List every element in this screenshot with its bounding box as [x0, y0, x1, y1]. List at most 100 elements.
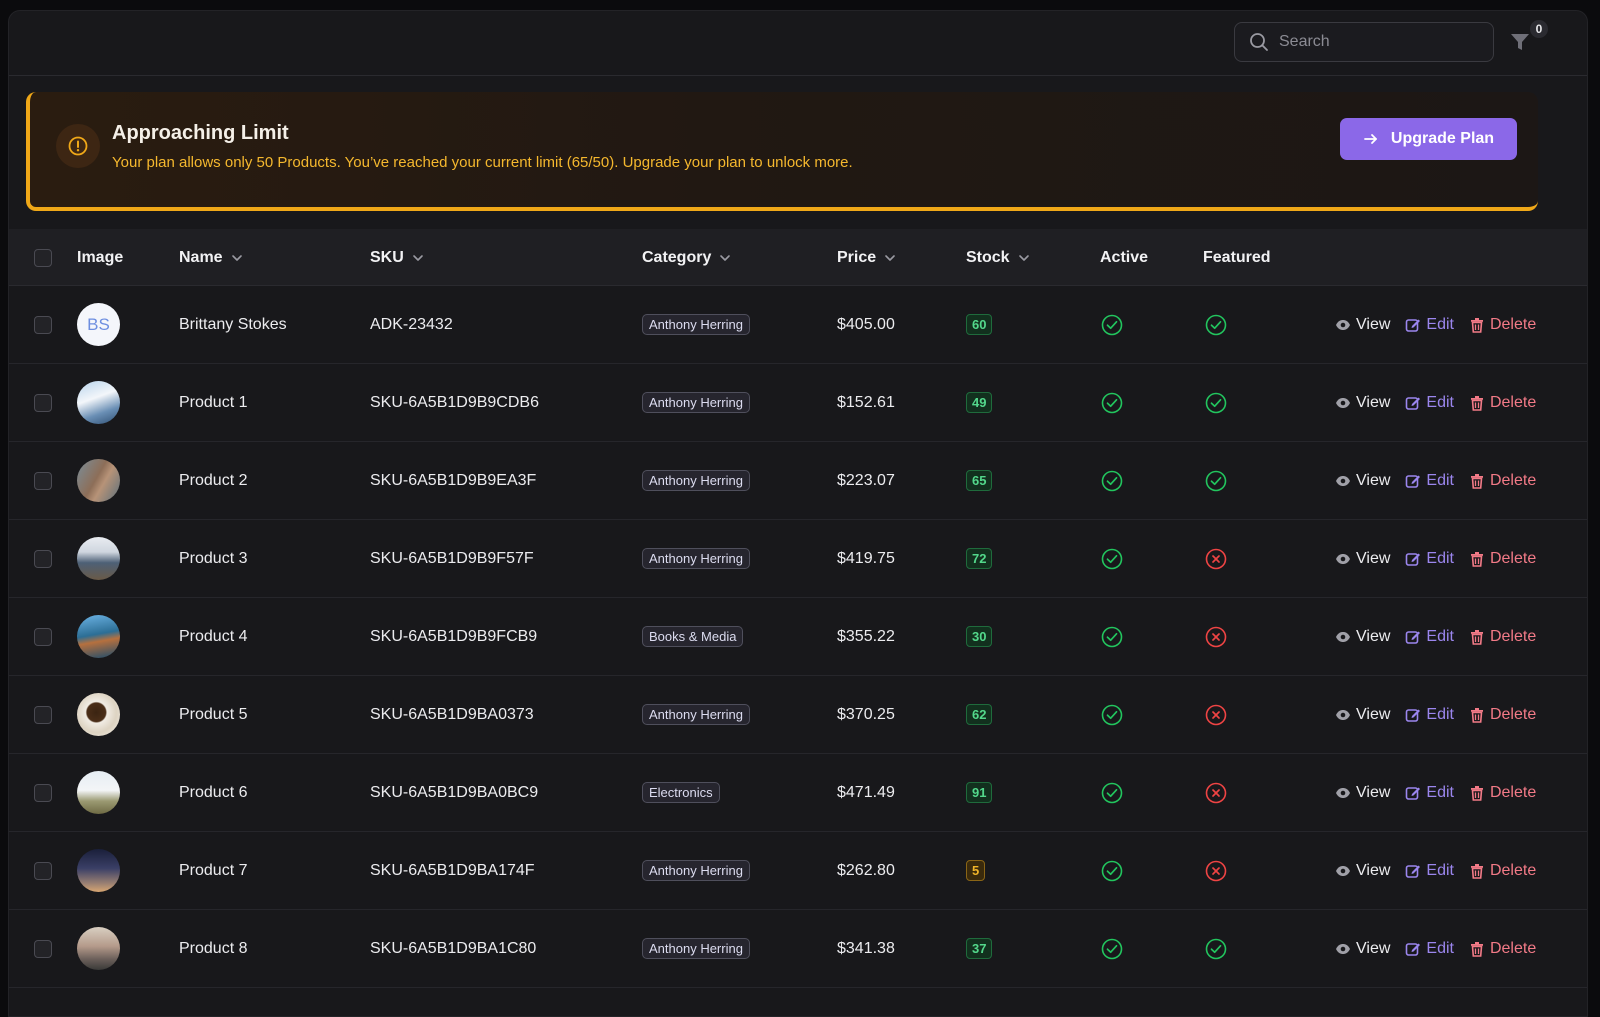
- row-checkbox[interactable]: [34, 550, 52, 568]
- delete-button[interactable]: Delete: [1469, 472, 1536, 490]
- product-price: $341.38: [837, 939, 895, 957]
- column-header-sku[interactable]: SKU: [370, 229, 424, 286]
- edit-icon: [1406, 552, 1421, 566]
- edit-button[interactable]: Edit: [1405, 784, 1454, 802]
- edit-button[interactable]: Edit: [1405, 862, 1454, 880]
- check-circle-icon: [1205, 314, 1227, 336]
- trash-icon: [1470, 785, 1483, 801]
- eye-icon: [1336, 475, 1350, 486]
- product-sku: SKU-6A5B1D9B9CDB6: [370, 393, 539, 411]
- select-all-checkbox[interactable]: [34, 249, 52, 267]
- arrow-right-icon: [1364, 134, 1377, 144]
- row-checkbox[interactable]: [34, 316, 52, 334]
- stock-badge: 60: [966, 314, 993, 335]
- edit-label: Edit: [1426, 705, 1454, 723]
- edit-icon: [1406, 630, 1421, 644]
- check-circle-icon: [1205, 470, 1227, 492]
- view-button[interactable]: View: [1335, 862, 1390, 880]
- stock-badge: 72: [966, 548, 993, 569]
- delete-label: Delete: [1489, 783, 1537, 801]
- category-badge: Anthony Herring: [642, 704, 750, 725]
- row-checkbox[interactable]: [34, 472, 52, 490]
- view-button[interactable]: View: [1335, 550, 1390, 568]
- filter-button[interactable]: [1509, 31, 1533, 55]
- view-label: View: [1356, 393, 1391, 411]
- row-checkbox[interactable]: [34, 628, 52, 646]
- product-price: $152.61: [837, 393, 895, 411]
- product-name: Brittany Stokes: [179, 315, 287, 333]
- column-header-active: Active: [1100, 248, 1149, 266]
- view-button[interactable]: View: [1335, 316, 1390, 334]
- row-checkbox[interactable]: [34, 940, 52, 958]
- delete-button[interactable]: Delete: [1469, 940, 1536, 958]
- category-badge: Anthony Herring: [642, 392, 750, 413]
- product-sku: SKU-6A5B1D9BA0373: [370, 705, 534, 723]
- product-price: $262.80: [837, 861, 895, 879]
- edit-button[interactable]: Edit: [1405, 628, 1454, 646]
- search-icon: [1250, 33, 1268, 51]
- edit-button[interactable]: Edit: [1405, 394, 1454, 412]
- featured-status: [1205, 860, 1227, 882]
- stock-badge: 91: [966, 782, 993, 803]
- row-checkbox[interactable]: [34, 862, 52, 880]
- delete-button[interactable]: Delete: [1469, 550, 1536, 568]
- product-price: $355.22: [837, 627, 895, 645]
- delete-button[interactable]: Delete: [1469, 316, 1536, 334]
- edit-button[interactable]: Edit: [1405, 706, 1454, 724]
- product-name: Product 2: [179, 471, 248, 489]
- column-header-price[interactable]: Price: [837, 229, 896, 286]
- product-sku: SKU-6A5B1D9B9FCB9: [370, 627, 538, 645]
- column-header-name[interactable]: Name: [179, 229, 243, 286]
- delete-label: Delete: [1489, 393, 1537, 411]
- delete-button[interactable]: Delete: [1469, 862, 1536, 880]
- edit-button[interactable]: Edit: [1405, 472, 1454, 490]
- trash-icon: [1470, 629, 1483, 645]
- trash-icon: [1470, 551, 1483, 567]
- view-button[interactable]: View: [1335, 394, 1390, 412]
- delete-label: Delete: [1489, 315, 1537, 333]
- column-header-stock[interactable]: Stock: [966, 229, 1030, 286]
- alert-message: Your plan allows only 50 Products. You’v…: [112, 154, 853, 171]
- edit-label: Edit: [1426, 471, 1454, 489]
- view-button[interactable]: View: [1335, 472, 1390, 490]
- column-header-category[interactable]: Category: [642, 229, 731, 286]
- active-status: [1101, 548, 1123, 570]
- row-checkbox[interactable]: [34, 394, 52, 412]
- featured-status: [1205, 938, 1227, 960]
- delete-button[interactable]: Delete: [1469, 784, 1536, 802]
- table-row: Product 4 SKU-6A5B1D9B9FCB9 Books & Medi…: [9, 598, 1587, 676]
- product-photo-building: [77, 459, 120, 502]
- delete-button[interactable]: Delete: [1469, 628, 1536, 646]
- column-header-featured: Featured: [1203, 248, 1271, 266]
- view-button[interactable]: View: [1335, 940, 1390, 958]
- edit-icon: [1406, 396, 1421, 410]
- product-price: $223.07: [837, 471, 895, 489]
- category-badge: Books & Media: [642, 626, 744, 647]
- filter-count-badge: 0: [1529, 19, 1549, 39]
- search-box[interactable]: [1234, 22, 1494, 62]
- check-circle-icon: [1101, 626, 1123, 648]
- product-photo-mountain-sea: [77, 537, 120, 580]
- edit-button[interactable]: Edit: [1405, 316, 1454, 334]
- active-status: [1101, 860, 1123, 882]
- row-checkbox[interactable]: [34, 784, 52, 802]
- view-label: View: [1356, 315, 1391, 333]
- upgrade-plan-button[interactable]: Upgrade Plan: [1340, 118, 1517, 160]
- check-circle-icon: [1205, 938, 1227, 960]
- featured-status: [1205, 470, 1227, 492]
- delete-button[interactable]: Delete: [1469, 706, 1536, 724]
- view-button[interactable]: View: [1335, 706, 1390, 724]
- view-button[interactable]: View: [1335, 784, 1390, 802]
- edit-label: Edit: [1426, 627, 1454, 645]
- products-panel: 0 Approaching Limit Your plan allows onl…: [8, 10, 1588, 1017]
- view-button[interactable]: View: [1335, 628, 1390, 646]
- x-circle-icon: [1205, 782, 1227, 804]
- filter-icon: [1511, 34, 1529, 50]
- edit-button[interactable]: Edit: [1405, 940, 1454, 958]
- row-checkbox[interactable]: [34, 706, 52, 724]
- search-input[interactable]: [1279, 33, 1479, 51]
- edit-button[interactable]: Edit: [1405, 550, 1454, 568]
- delete-label: Delete: [1489, 627, 1537, 645]
- delete-button[interactable]: Delete: [1469, 394, 1536, 412]
- product-sku: SKU-6A5B1D9BA174F: [370, 861, 535, 879]
